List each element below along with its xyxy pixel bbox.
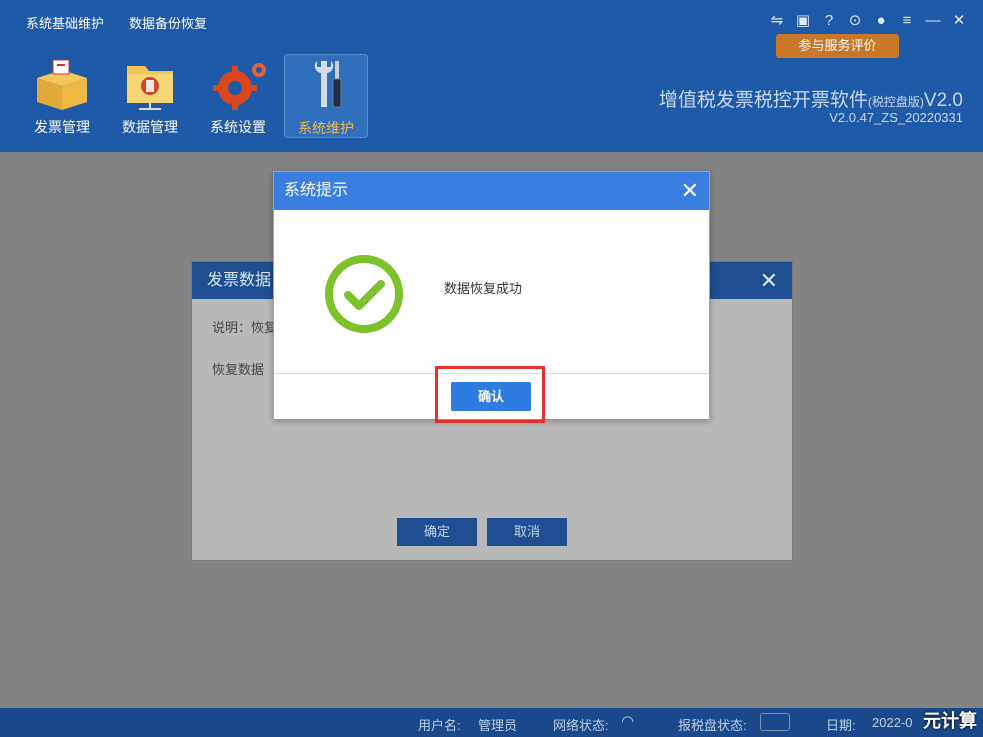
app-version: V2.0.47_ZS_20220331 bbox=[829, 110, 963, 125]
nav-label: 系统设置 bbox=[210, 119, 266, 135]
dialog-title: 系统提示 bbox=[284, 182, 349, 199]
dialog-body: 数据恢复成功 bbox=[274, 210, 709, 373]
close-icon[interactable]: ✕ bbox=[760, 262, 778, 299]
menu-icon[interactable]: ≡ bbox=[897, 10, 917, 30]
user-icon[interactable]: ● bbox=[871, 10, 891, 30]
dialog-header: 系统提示 ✕ bbox=[274, 172, 709, 210]
highlight-box bbox=[435, 366, 545, 423]
gear-icon bbox=[213, 63, 266, 110]
cancel-button[interactable]: 取消 bbox=[487, 518, 567, 546]
wifi-icon: ◠ bbox=[621, 713, 635, 730]
user-value: 管理员 bbox=[478, 718, 518, 733]
window-controls: ⇋ ▣ ? ⊙ ● ≡ — ✕ bbox=[767, 10, 969, 30]
nav-label: 发票管理 bbox=[34, 119, 90, 135]
close-icon[interactable]: ✕ bbox=[681, 172, 699, 210]
bg-dialog-restore-label: 恢复数据 bbox=[212, 362, 265, 377]
watermark: 元计算 bbox=[923, 711, 977, 731]
date-value: 2022-0 bbox=[872, 715, 913, 730]
nav-invoice-management[interactable]: 发票管理 bbox=[20, 54, 104, 138]
user-label: 用户名: bbox=[418, 718, 461, 733]
date-label: 日期: bbox=[826, 718, 856, 733]
ok-button[interactable]: 确定 bbox=[397, 518, 477, 546]
network-label: 网络状态: bbox=[553, 718, 609, 733]
bg-dialog-title: 发票数据 bbox=[207, 272, 272, 289]
app-title: 增值税发票税控开票软件(税控盘版)V2.0 bbox=[659, 85, 963, 112]
dialog-message: 数据恢复成功 bbox=[444, 281, 523, 296]
nav-system-maintenance[interactable]: 系统维护 bbox=[284, 54, 368, 138]
app-title-suffix: V2.0 bbox=[923, 90, 963, 111]
help-icon[interactable]: ? bbox=[819, 10, 839, 30]
success-check-icon bbox=[325, 255, 403, 333]
disk-label: 报税盘状态: bbox=[678, 718, 747, 733]
nav-label: 数据管理 bbox=[122, 119, 178, 135]
bg-dialog-description: 说明：恢复 bbox=[212, 320, 278, 335]
tools-icon bbox=[314, 61, 342, 108]
nav-label: 系统维护 bbox=[298, 120, 354, 136]
minimize-icon[interactable]: — bbox=[923, 10, 943, 30]
data-folder-icon bbox=[127, 66, 173, 110]
app-title-main: 增值税发票税控开票软件 bbox=[658, 90, 868, 111]
menu-data-backup[interactable]: 数据备份恢复 bbox=[129, 13, 207, 32]
switch-icon[interactable]: ⇋ bbox=[767, 10, 787, 30]
service-rating-button[interactable]: 参与服务评价 bbox=[776, 34, 899, 58]
nav-data-management[interactable]: 数据管理 bbox=[108, 54, 192, 138]
invoice-box-icon bbox=[37, 59, 87, 110]
status-bar: 用户名: 管理员 网络状态: ◠ 报税盘状态: 日期: 2022-0 bbox=[0, 708, 983, 737]
nav-system-settings[interactable]: 系统设置 bbox=[196, 54, 280, 138]
close-icon[interactable]: ✕ bbox=[949, 10, 969, 30]
disk-status-icon bbox=[760, 713, 790, 731]
lock-icon[interactable]: ⊙ bbox=[845, 10, 865, 30]
app-edition: (税控盘版) bbox=[867, 95, 924, 109]
feedback-icon[interactable]: ▣ bbox=[793, 10, 813, 30]
menu-system-maintenance[interactable]: 系统基础维护 bbox=[26, 13, 104, 32]
app-header: 系统基础维护 数据备份恢复 ⇋ ▣ ? ⊙ ● ≡ — ✕ 参与服务评价 发票管… bbox=[0, 0, 983, 152]
